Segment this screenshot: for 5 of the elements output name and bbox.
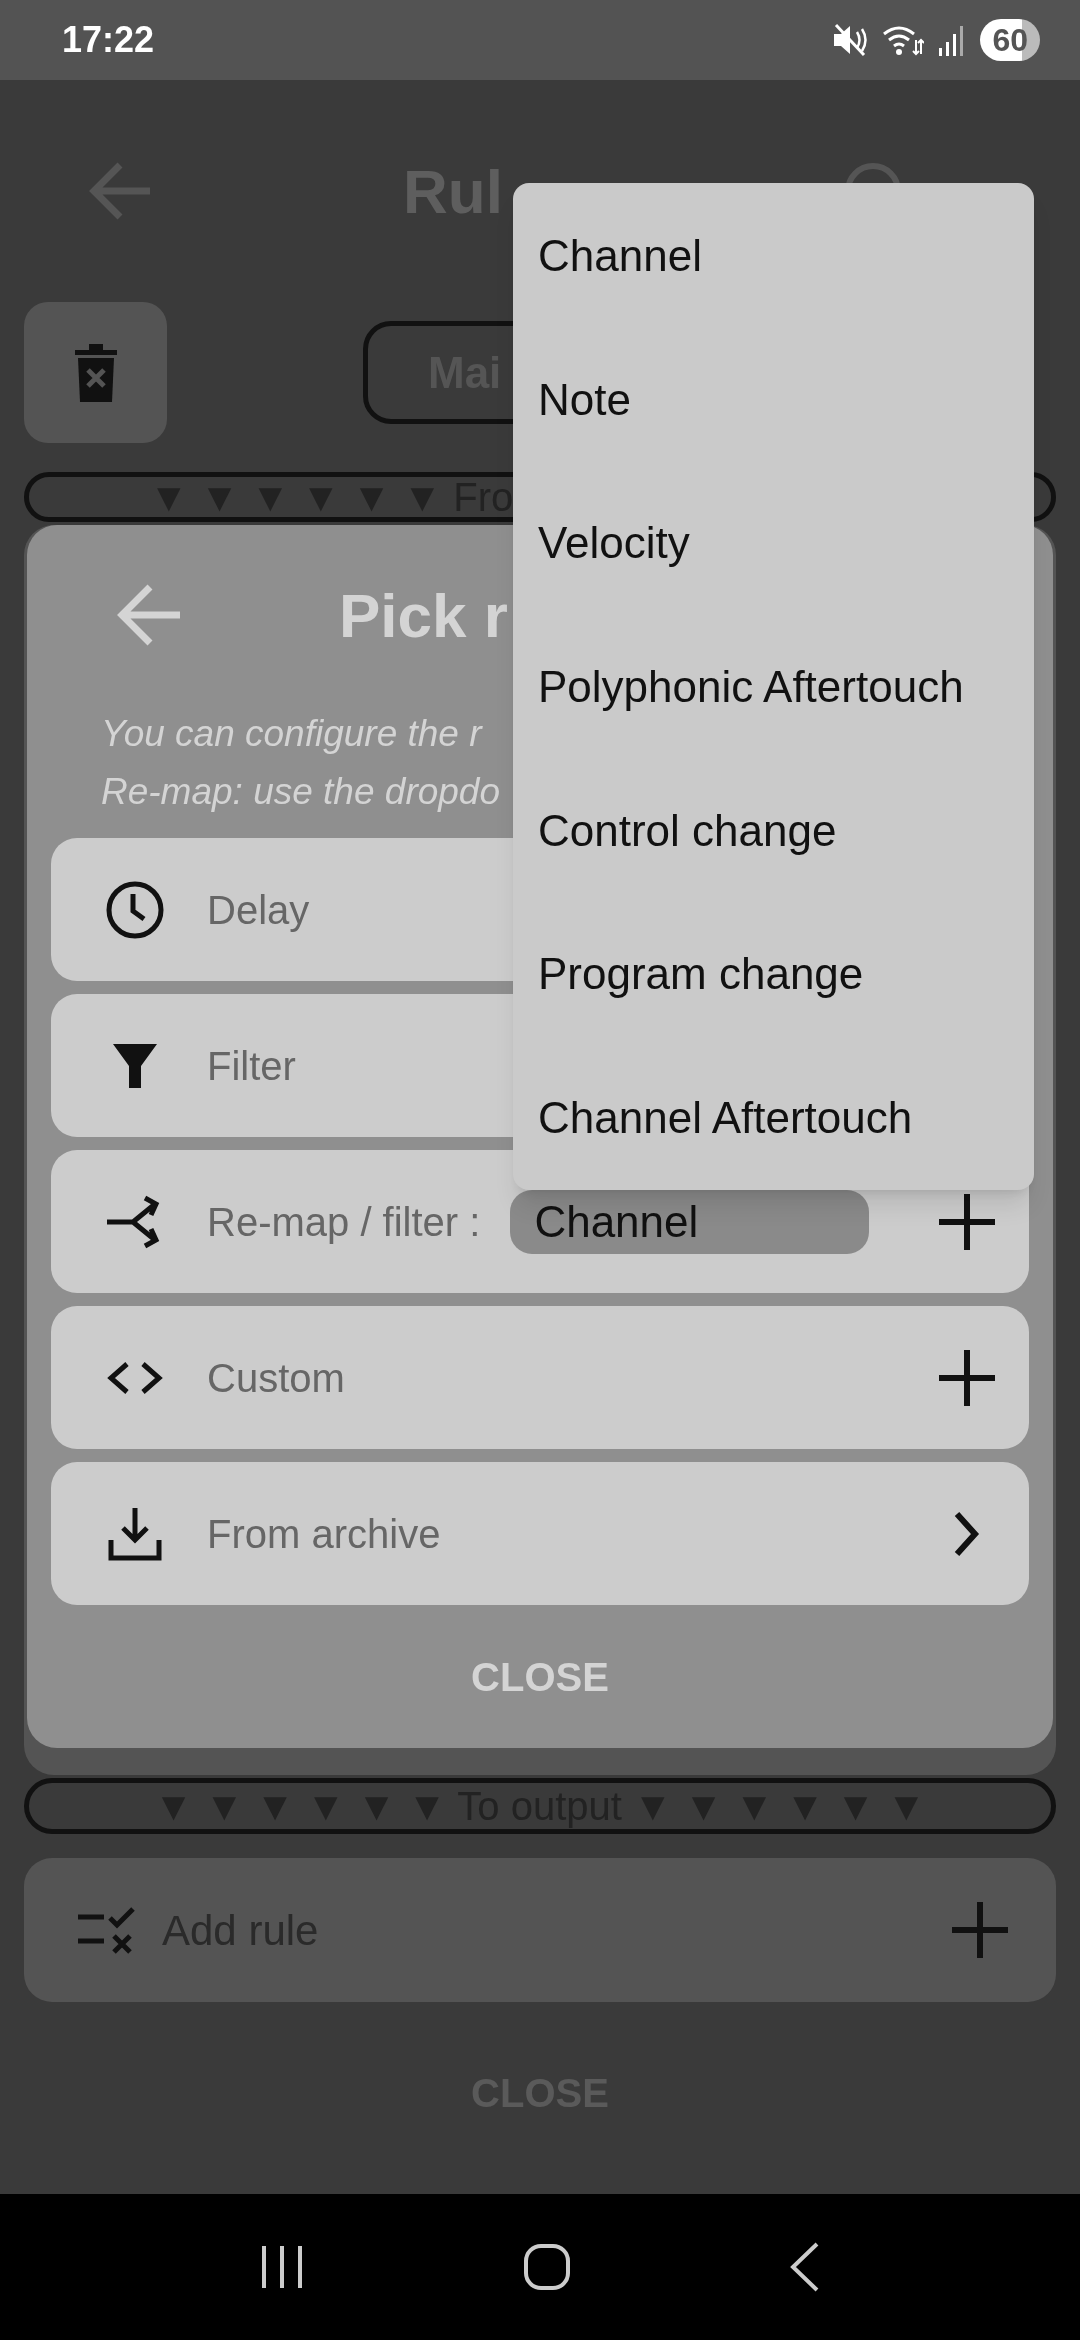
battery-indicator: 60 — [980, 19, 1040, 61]
instruction-text: You can configure the r — [101, 712, 484, 756]
status-time: 17:22 — [62, 18, 155, 62]
instruction-text: Re-map: use the dropdo — [101, 770, 501, 814]
dialog-title: Pick r — [339, 579, 508, 652]
